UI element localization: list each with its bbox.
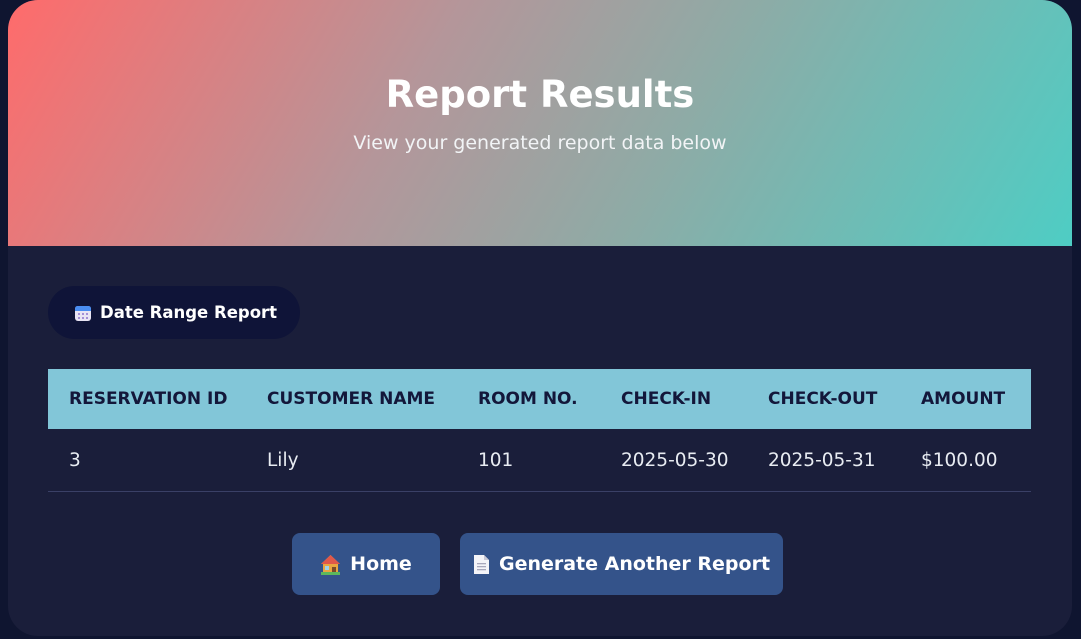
column-header-customer-name: CUSTOMER NAME (246, 369, 457, 429)
cell-room-no: 101 (457, 429, 600, 492)
cell-check-out: 2025-05-31 (747, 429, 900, 492)
document-icon (473, 554, 490, 575)
cell-check-in: 2025-05-30 (600, 429, 747, 492)
cell-amount: $100.00 (900, 429, 1031, 492)
column-header-room-no: ROOM NO. (457, 369, 600, 429)
column-header-reservation-id: RESERVATION ID (48, 369, 246, 429)
home-button-label: Home (350, 553, 412, 575)
page-subtitle: View your generated report data below (353, 132, 727, 154)
generate-another-report-button[interactable]: Generate Another Report (460, 533, 783, 595)
column-header-amount: AMOUNT (900, 369, 1031, 429)
column-header-check-out: CHECK-OUT (747, 369, 900, 429)
cell-reservation-id: 3 (48, 429, 246, 492)
page-title: Report Results (385, 73, 695, 116)
generate-another-report-label: Generate Another Report (498, 553, 771, 575)
report-header: Report Results View your generated repor… (8, 0, 1072, 246)
action-buttons: Home Generate Another Report (8, 533, 1072, 595)
cell-customer-name: Lily (246, 429, 457, 492)
house-icon (320, 554, 341, 575)
table-row: 3 Lily 101 2025-05-30 2025-05-31 $100.00 (48, 429, 1031, 492)
report-table: RESERVATION ID CUSTOMER NAME ROOM NO. CH… (48, 369, 1031, 492)
table-header-row: RESERVATION ID CUSTOMER NAME ROOM NO. CH… (48, 369, 1031, 429)
calendar-icon (74, 304, 92, 322)
home-button[interactable]: Home (292, 533, 440, 595)
report-card: Report Results View your generated repor… (8, 0, 1072, 636)
report-type-label: Date Range Report (100, 303, 278, 322)
column-header-check-in: CHECK-IN (600, 369, 747, 429)
report-type-badge: Date Range Report (48, 286, 301, 339)
